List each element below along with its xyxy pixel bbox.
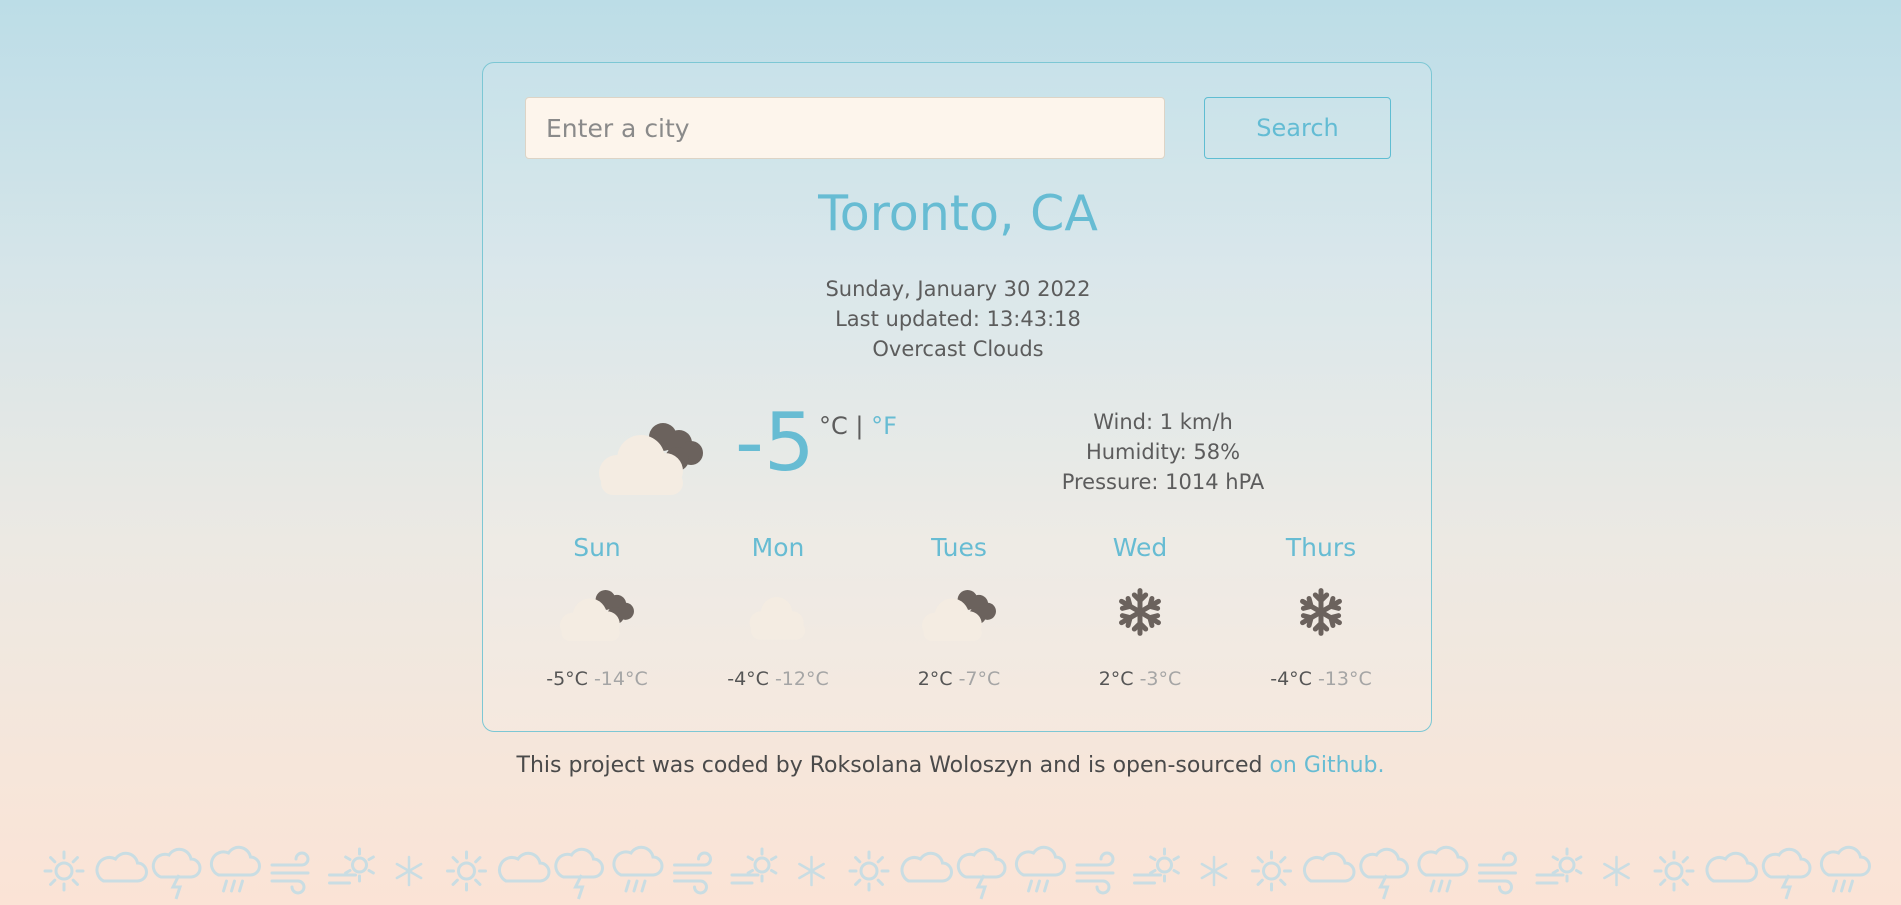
rain-icon (1417, 845, 1469, 893)
forecast-min: -7°C (958, 668, 1001, 690)
forecast-day-name: Sun (573, 533, 621, 562)
rain-icon (1819, 845, 1871, 893)
snowflake-icon (798, 855, 825, 887)
cloud-icon (1302, 851, 1356, 883)
forecast-day-name: Mon (751, 533, 805, 562)
wind-icon (1075, 851, 1115, 895)
current-date: Sunday, January 30 2022 (825, 277, 1091, 301)
current-temperature: -5 (735, 396, 815, 489)
forecast-max: -4°C (1270, 668, 1312, 690)
sun-wind-icon (1133, 847, 1180, 885)
snowflake-icon (395, 855, 423, 887)
unit-toggle: °C | °F (819, 412, 897, 440)
cloud-icon (1705, 851, 1758, 883)
sun-icon (1653, 850, 1695, 892)
storm-icon (151, 847, 202, 900)
footer: This project was coded by Roksolana Wolo… (0, 753, 1901, 778)
rain-icon (209, 845, 261, 893)
snowflake-icon (1300, 588, 1342, 636)
forecast-day-name: Tues (931, 533, 987, 562)
cloud-with-dark-cloud-icon (922, 589, 996, 642)
forecast-max: 2°C (917, 668, 953, 690)
unit-separator: | (847, 412, 872, 440)
forecast-min: -12°C (774, 668, 829, 690)
cloud-icon (900, 851, 953, 883)
cloud-icon (497, 851, 551, 883)
sun-icon (848, 850, 890, 892)
footer-text: This project was coded by Roksolana Wolo… (516, 753, 1270, 778)
storm-icon (956, 847, 1007, 900)
forecast-max: -4°C (727, 668, 769, 690)
snowflake-icon (1119, 588, 1161, 636)
forecast-day: Tues 2°C -7°C (889, 533, 1029, 690)
snowflake-icon (1603, 855, 1630, 887)
sun-icon (1251, 850, 1292, 892)
storm-icon (1761, 847, 1812, 900)
snowflake-icon (1200, 855, 1228, 887)
forecast-min: -3°C (1139, 668, 1182, 690)
cloud-with-dark-cloud-icon (599, 423, 703, 495)
forecast-day: Mon -4°C -12°C (708, 533, 848, 690)
forecast-min: -13°C (1317, 668, 1372, 690)
forecast-max: 2°C (1098, 668, 1134, 690)
last-updated: Last updated: 13:43:18 (835, 307, 1081, 331)
city-title: Toronto, CA (818, 185, 1098, 242)
sun-wind-icon (328, 847, 375, 885)
forecast-day: Wed 2°C -3°C (1070, 533, 1210, 690)
humidity: Humidity: 58% (1085, 440, 1241, 464)
forecast-day-name: Thurs (1285, 533, 1357, 562)
weather-details: Wind: 1 km/h Humidity: 58% Pressure: 101… (1013, 407, 1313, 497)
search-input[interactable] (525, 97, 1165, 159)
forecast-min: -14°C (593, 668, 648, 690)
pressure: Pressure: 1014 hPA (1061, 470, 1265, 494)
storm-icon (1359, 847, 1409, 900)
github-link[interactable]: on Github. (1269, 753, 1384, 778)
wind-icon (270, 851, 310, 895)
sun-icon (446, 850, 487, 892)
forecast-max: -5°C (546, 668, 588, 690)
cloud-with-dark-cloud-icon (560, 589, 634, 642)
sun-icon (43, 850, 85, 892)
cloud-icon (95, 851, 148, 883)
weather-icons-strip (43, 845, 1871, 900)
celsius-unit[interactable]: °C (819, 412, 848, 440)
forecast-day: Sun -5°C -14°C (527, 533, 667, 690)
cloud-icon (749, 597, 806, 640)
sun-wind-icon (730, 847, 778, 885)
search-button[interactable]: Search (1204, 97, 1391, 159)
wind: Wind: 1 km/h (1093, 410, 1233, 434)
storm-icon (554, 847, 604, 900)
weather-card: Search Toronto, CA Sunday, January 30 20… (482, 62, 1432, 732)
rain-icon (612, 845, 664, 893)
wind-icon (1478, 851, 1517, 895)
forecast-day-name: Wed (1112, 533, 1168, 562)
wind-icon (673, 851, 712, 895)
sun-wind-icon (1535, 847, 1583, 885)
rain-icon (1014, 845, 1066, 893)
fahrenheit-link[interactable]: °F (871, 412, 897, 440)
forecast-day: Thurs -4°C -13°C (1251, 533, 1391, 690)
weather-description: Overcast Clouds (872, 337, 1044, 361)
